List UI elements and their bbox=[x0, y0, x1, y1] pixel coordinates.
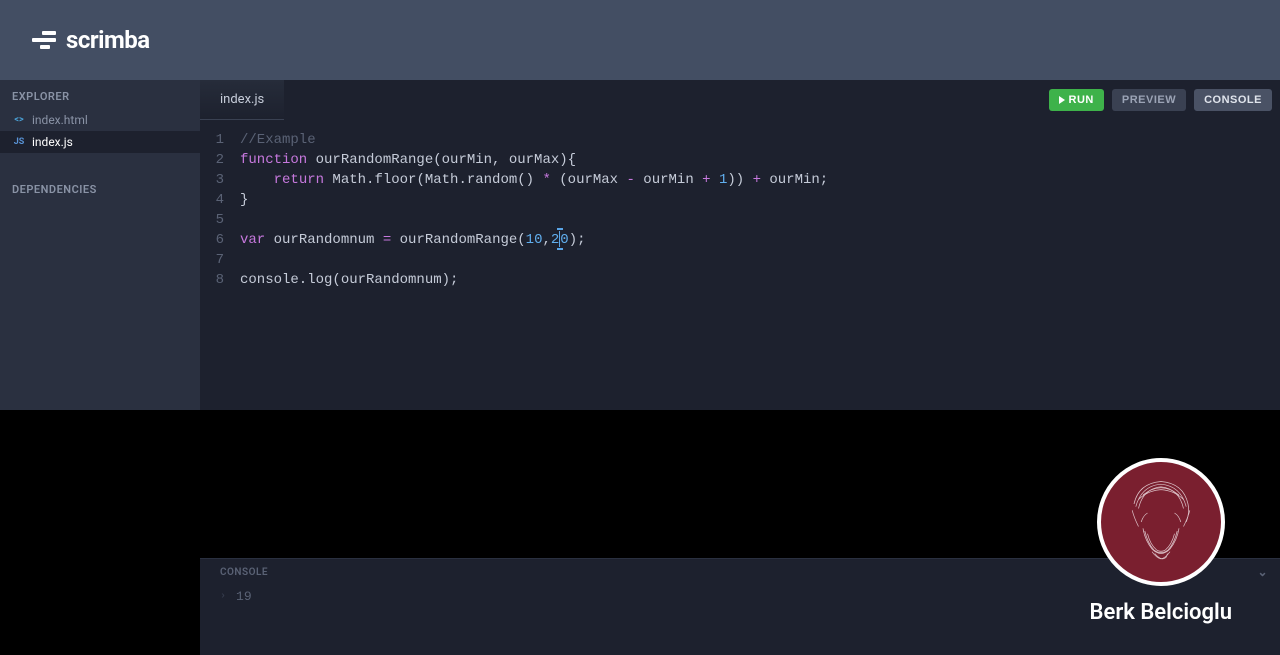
file-label: index.html bbox=[32, 113, 88, 127]
js-file-icon: JS bbox=[12, 137, 26, 147]
sidebar: EXPLORER <> index.html JS index.js DEPEN… bbox=[0, 80, 200, 410]
console-button[interactable]: CONSOLE bbox=[1194, 89, 1272, 111]
run-button[interactable]: RUN bbox=[1049, 89, 1104, 111]
explorer-header: EXPLORER bbox=[0, 80, 200, 109]
html-file-icon: <> bbox=[12, 115, 26, 125]
preview-button[interactable]: PREVIEW bbox=[1112, 89, 1186, 111]
app-header: scrimba bbox=[0, 0, 1280, 80]
tab-index-js[interactable]: index.js bbox=[200, 80, 284, 120]
brand-name: scrimba bbox=[66, 26, 150, 54]
line-number: 8 bbox=[200, 270, 240, 290]
text-cursor bbox=[559, 231, 560, 247]
scrimba-icon bbox=[32, 31, 56, 49]
avatar[interactable] bbox=[1097, 458, 1225, 586]
editor-buttons: RUN PREVIEW CONSOLE bbox=[1049, 89, 1280, 111]
avatar-illustration-icon bbox=[1116, 472, 1206, 572]
play-icon bbox=[1059, 96, 1065, 104]
editor-area: index.js RUN PREVIEW CONSOLE 1 //Example… bbox=[200, 80, 1280, 410]
line-number: 2 bbox=[200, 150, 240, 170]
video-strip bbox=[0, 410, 1280, 558]
editor-tabs: index.js RUN PREVIEW CONSOLE bbox=[200, 80, 1280, 120]
instructor-name: Berk Belcioglu bbox=[1090, 600, 1232, 625]
console-label: CONSOLE bbox=[220, 567, 268, 578]
run-button-label: RUN bbox=[1069, 94, 1094, 106]
code-editor[interactable]: 1 //Example 2 function ourRandomRange(ou… bbox=[200, 120, 1280, 410]
dependencies-header: DEPENDENCIES bbox=[0, 173, 200, 202]
sidebar-item-index-js[interactable]: JS index.js bbox=[0, 131, 200, 153]
line-number: 7 bbox=[200, 250, 240, 270]
line-number: 4 bbox=[200, 190, 240, 210]
sidebar-item-index-html[interactable]: <> index.html bbox=[0, 109, 200, 131]
line-number: 1 bbox=[200, 130, 240, 150]
console-output-value: 19 bbox=[236, 589, 252, 604]
main-area: EXPLORER <> index.html JS index.js DEPEN… bbox=[0, 80, 1280, 410]
instructor-profile: Berk Belcioglu bbox=[1090, 458, 1232, 625]
brand-logo[interactable]: scrimba bbox=[32, 26, 150, 54]
chevron-down-icon[interactable]: ⌄ bbox=[1257, 565, 1268, 579]
console-prompt-icon: › bbox=[220, 591, 226, 602]
file-label: index.js bbox=[32, 135, 73, 149]
line-number: 6 bbox=[200, 230, 240, 250]
line-number: 5 bbox=[200, 210, 240, 230]
line-number: 3 bbox=[200, 170, 240, 190]
